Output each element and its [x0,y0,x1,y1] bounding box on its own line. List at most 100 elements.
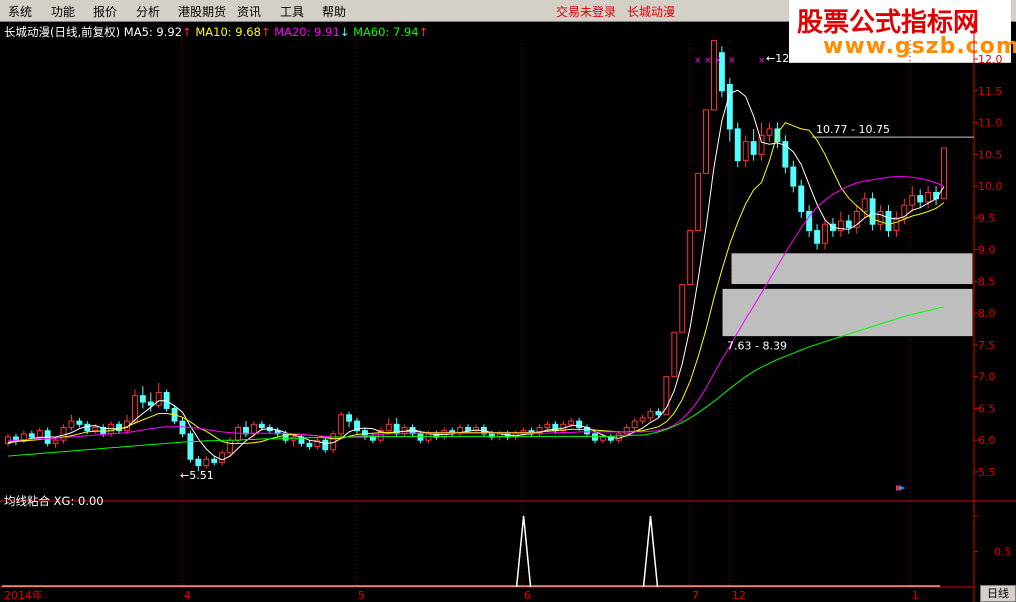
candle-body-down[interactable] [84,423,91,432]
ma20-value: MA20: 9.91 [274,25,340,39]
candle-body-down[interactable] [76,420,83,425]
candle-body-up[interactable] [663,376,670,416]
candle-body-down[interactable] [369,436,376,441]
candle-body-down[interactable] [116,423,123,432]
candle-body-up[interactable] [941,147,947,200]
menu-help[interactable]: 帮助 [322,3,346,20]
candle-body-up[interactable] [425,433,432,441]
login-status[interactable]: 交易未登录 [556,3,616,20]
candle-body-up[interactable] [623,426,630,435]
menu-news[interactable]: 资讯 [237,3,261,20]
xg-signal-spike [515,515,532,588]
candle-body-up[interactable] [52,439,59,444]
candle-body-up[interactable] [203,458,210,467]
price-tick-label: 7.5 [978,339,996,352]
candle-body-down[interactable] [28,433,35,438]
candle-body-up[interactable] [338,414,345,435]
candle-body-up[interactable] [909,195,916,206]
candle-body-up[interactable] [822,223,828,244]
signal-marker-icon: × [694,56,702,66]
candle-body-down[interactable] [917,195,924,203]
price-tick-label: 10.5 [978,148,1003,161]
candle-body-up[interactable] [544,423,551,428]
price-tick-label: 9.5 [978,212,996,225]
candle-body-down[interactable] [139,395,146,403]
candle-body-up[interactable] [36,430,43,438]
date-label: 1 [912,589,919,602]
day-period-button[interactable]: 日线 [980,585,1016,602]
ma10-up-arrow-icon: ↑ [260,25,271,39]
candle-body-up[interactable] [639,417,646,422]
support-zone [730,252,974,286]
menu-quote[interactable]: 报价 [93,3,117,20]
candle-body-up[interactable] [861,198,868,213]
candle-body-up[interactable] [68,420,75,428]
candle-body-down[interactable] [258,423,265,428]
candle-body-down[interactable] [869,198,876,225]
candle-body-down[interactable] [726,83,733,130]
candle-body-down[interactable] [179,420,186,435]
candle-body-down[interactable] [465,426,472,432]
candle-body-up[interactable] [925,191,932,203]
candle-body-up[interactable] [687,230,694,286]
candle-body-up[interactable] [599,436,606,441]
candle-body-up[interactable] [695,172,702,232]
resistance-annotation: 10.77 - 10.75 [816,123,890,136]
candle-body-down[interactable] [322,439,329,451]
candle-body-down[interactable] [798,185,805,213]
candle-body-down[interactable] [790,166,797,187]
candle-body-down[interactable] [211,458,218,463]
candle-body-up[interactable] [647,411,654,419]
kline-chart[interactable]: 5.56.06.57.07.58.08.59.09.510.010.511.01… [0,21,1016,602]
candle-body-up[interactable] [742,141,749,162]
date-label: 7 [692,589,699,602]
candle-body-up[interactable] [766,128,773,136]
candle-body-up[interactable] [131,395,138,422]
ma20-down-arrow-icon: ↓ [339,25,350,39]
candle-body-up[interactable] [92,426,99,432]
menu-hk-futures[interactable]: 港股期货 [178,3,226,20]
candle-body-up[interactable] [385,423,392,432]
candle-body-down[interactable] [814,230,821,244]
candle-body-down[interactable] [655,411,662,416]
support-annotation: 7.63 - 8.39 [727,340,787,353]
menu-system[interactable]: 系统 [8,3,32,20]
candle-body-down[interactable] [195,458,202,467]
candle-body-up[interactable] [250,423,257,435]
candle-body-down[interactable] [147,401,154,406]
candle-body-down[interactable] [187,433,194,460]
candle-body-up[interactable] [893,217,900,232]
candle-body-down[interactable] [845,220,852,228]
candle-body-up[interactable] [679,284,686,333]
chart-title: 长城动漫(日线,前复权) [4,25,121,39]
candle-body-down[interactable] [417,433,424,441]
flag-icon [899,485,905,491]
candle-body-down[interactable] [734,128,741,162]
candle-body-up[interactable] [155,392,162,406]
candle-body-down[interactable] [306,442,313,448]
candle-body-up[interactable] [631,420,638,428]
candle-body-up[interactable] [671,331,678,378]
candle-body-down[interactable] [346,414,353,422]
candle-body-up[interactable] [235,426,241,441]
candle-body-up[interactable] [60,426,67,441]
candle-body-up[interactable] [568,420,575,425]
menu-function[interactable]: 功能 [51,3,75,20]
xg-signal-spike [642,515,659,588]
candle-body-up[interactable] [219,452,226,463]
main-info-bar: 长城动漫(日线,前复权) MA5: 9.92↑ MA10: 9.68↑ MA20… [4,24,428,40]
candle-body-down[interactable] [750,141,757,155]
candle-body-up[interactable] [227,439,234,454]
candle-body-up[interactable] [703,109,709,174]
date-label: 6 [524,589,531,602]
candle-body-up[interactable] [711,40,717,111]
price-tick-label: 11.0 [978,117,1003,130]
price-tick-label: 11.5 [978,85,1003,98]
candle-body-up[interactable] [615,433,622,441]
candle-body-down[interactable] [885,211,892,232]
candle-body-down[interactable] [592,433,598,441]
menu-tools[interactable]: 工具 [280,3,304,20]
ma10-value: MA10: 9.68 [195,25,261,39]
sub-tick-label: 0.5 [994,546,1012,559]
menu-analysis[interactable]: 分析 [136,3,160,20]
